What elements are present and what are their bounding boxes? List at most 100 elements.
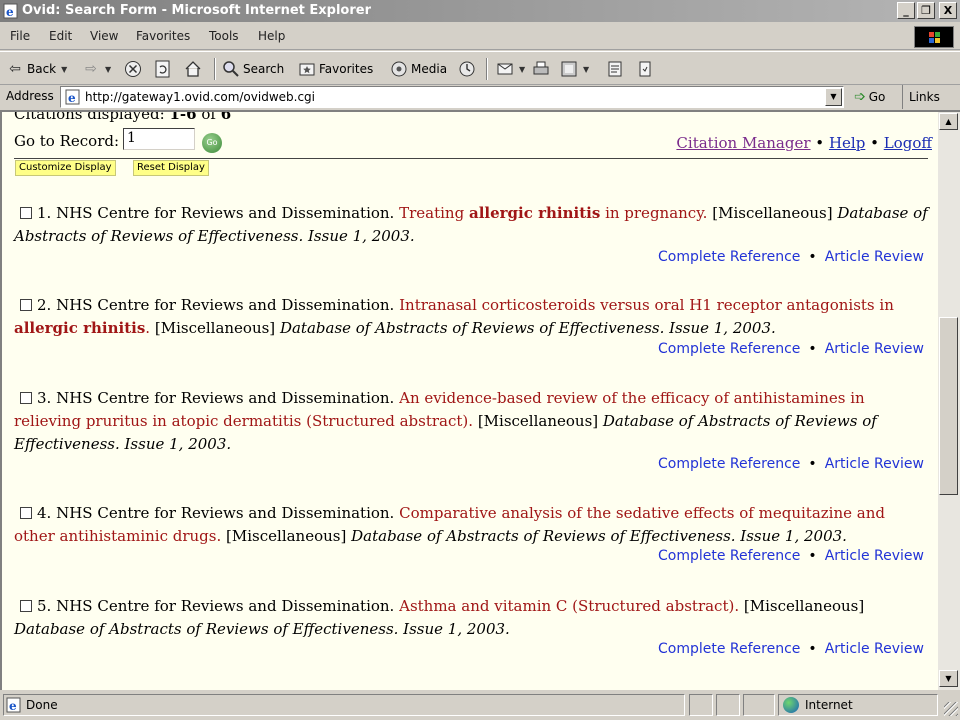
goto-go-button[interactable]: Go — [202, 133, 222, 153]
citation-links: Complete Reference • Article Review — [658, 548, 924, 564]
citation-author: NHS Centre for Reviews and Dissemination… — [56, 204, 395, 222]
article-review-link[interactable]: Article Review — [825, 641, 924, 657]
ie-page-icon: e — [65, 89, 80, 105]
discuss-icon — [606, 60, 624, 78]
svg-text:e: e — [68, 91, 76, 105]
menu-view[interactable]: View — [90, 29, 118, 43]
menu-edit[interactable]: Edit — [49, 29, 72, 43]
zone-name: Internet — [805, 698, 853, 712]
links-button[interactable]: Links — [902, 85, 960, 109]
go-button[interactable]: ➩ Go — [854, 87, 885, 107]
address-input[interactable]: e http://gateway1.ovid.com/ovidweb.cgi ▼ — [60, 86, 844, 108]
vertical-scrollbar[interactable]: ▲ ▼ — [938, 112, 960, 690]
favorites-label: Favorites — [319, 62, 374, 76]
citation-links: Complete Reference • Article Review — [658, 456, 924, 472]
chevron-down-icon: ▼ — [61, 64, 68, 74]
menu-help[interactable]: Help — [258, 29, 285, 43]
citations-range: 1-6 — [169, 110, 197, 123]
address-label: Address — [6, 89, 54, 103]
citation-checkbox[interactable] — [20, 507, 32, 519]
citation-checkbox[interactable] — [20, 600, 32, 612]
discuss-button[interactable] — [606, 57, 624, 81]
bullet-separator: • — [870, 134, 879, 152]
messenger-button[interactable] — [636, 57, 654, 81]
menu-favorites[interactable]: Favorites — [136, 29, 190, 43]
media-button[interactable]: Media — [390, 57, 447, 81]
citation-author: NHS Centre for Reviews and Dissemination… — [56, 504, 395, 522]
ie-page-icon: e — [3, 3, 18, 19]
window-controls: _ ❐ X — [897, 2, 957, 19]
citation-title: Asthma and vitamin C (Structured abstrac… — [399, 597, 740, 615]
favorites-button[interactable]: Favorites — [298, 57, 373, 81]
edit-button[interactable]: ▼ — [560, 57, 589, 81]
citation-links: Complete Reference • Article Review — [658, 341, 924, 357]
goto-record-input[interactable]: 1 — [123, 128, 195, 150]
complete-reference-link[interactable]: Complete Reference — [658, 641, 800, 657]
citation-type: [Miscellaneous] — [743, 597, 865, 615]
scroll-thumb[interactable] — [939, 317, 958, 495]
search-icon — [222, 60, 240, 78]
address-bar: Address e http://gateway1.ovid.com/ovidw… — [0, 85, 960, 109]
resize-grip[interactable] — [944, 702, 958, 716]
status-bar: e Done Internet — [0, 690, 960, 720]
refresh-button[interactable] — [154, 57, 172, 81]
article-review-link[interactable]: Article Review — [825, 341, 924, 357]
customize-display-button[interactable]: Customize Display — [15, 160, 116, 176]
citation-number: 5. — [37, 597, 52, 615]
citation-checkbox[interactable] — [20, 207, 32, 219]
media-label: Media — [411, 62, 448, 76]
citation-type: [Miscellaneous] — [477, 412, 599, 430]
maximize-button[interactable]: ❐ — [917, 2, 935, 19]
complete-reference-link[interactable]: Complete Reference — [658, 456, 800, 472]
citation-author: NHS Centre for Reviews and Dissemination… — [56, 389, 395, 407]
article-review-link[interactable]: Article Review — [825, 249, 924, 265]
minimize-button[interactable]: _ — [897, 2, 915, 19]
history-button[interactable] — [458, 57, 476, 81]
back-button[interactable]: ⇦ Back ▼ — [6, 57, 67, 81]
divider — [14, 158, 928, 159]
article-review-link[interactable]: Article Review — [825, 456, 924, 472]
address-url: http://gateway1.ovid.com/ovidweb.cgi — [85, 90, 315, 104]
citation-item: 1. NHS Centre for Reviews and Disseminat… — [14, 202, 930, 248]
forward-button[interactable]: ⇨ ▼ — [82, 57, 111, 81]
status-panel — [716, 694, 740, 716]
menu-tools[interactable]: Tools — [209, 29, 239, 43]
go-label: Go — [868, 90, 886, 104]
complete-reference-link[interactable]: Complete Reference — [658, 341, 800, 357]
mail-button[interactable]: ▼ — [496, 57, 525, 81]
citation-checkbox[interactable] — [20, 392, 32, 404]
close-button[interactable]: X — [939, 2, 957, 19]
article-review-link[interactable]: Article Review — [825, 548, 924, 564]
media-icon — [390, 60, 408, 78]
search-label: Search — [243, 62, 285, 76]
status-text: Done — [26, 698, 58, 712]
chevron-down-icon: ▼ — [519, 64, 526, 74]
window-title: Ovid: Search Form - Microsoft Internet E… — [22, 3, 372, 18]
address-dropdown-button[interactable]: ▼ — [825, 88, 842, 106]
complete-reference-link[interactable]: Complete Reference — [658, 548, 800, 564]
stop-button[interactable] — [124, 57, 142, 81]
scroll-up-button[interactable]: ▲ — [939, 113, 958, 130]
citation-source: Database of Abstracts of Reviews of Effe… — [351, 527, 847, 545]
windows-logo-icon — [914, 26, 954, 48]
logoff-link[interactable]: Logoff — [884, 134, 932, 152]
citation-manager-link[interactable]: Citation Manager — [676, 134, 810, 152]
title-bar[interactable]: e Ovid: Search Form - Microsoft Internet… — [0, 0, 960, 22]
toolbar: ⇦ Back ▼ ⇨ ▼ Search Favorites Media ▼ ▼ — [0, 51, 960, 85]
bullet-separator: • — [808, 249, 817, 265]
help-link[interactable]: Help — [829, 134, 865, 152]
citation-links: Complete Reference • Article Review — [658, 249, 924, 265]
print-icon — [532, 60, 550, 78]
citation-author: NHS Centre for Reviews and Dissemination… — [56, 597, 395, 615]
search-button[interactable]: Search — [222, 57, 284, 81]
menu-file[interactable]: File — [10, 29, 30, 43]
reset-display-button[interactable]: Reset Display — [133, 160, 209, 176]
bullet-separator: • — [808, 456, 817, 472]
print-button[interactable] — [532, 57, 550, 81]
citation-checkbox[interactable] — [20, 299, 32, 311]
complete-reference-link[interactable]: Complete Reference — [658, 249, 800, 265]
stop-icon — [124, 60, 142, 78]
home-button[interactable] — [184, 57, 202, 81]
citation-number: 4. — [37, 504, 52, 522]
scroll-down-button[interactable]: ▼ — [939, 670, 958, 687]
